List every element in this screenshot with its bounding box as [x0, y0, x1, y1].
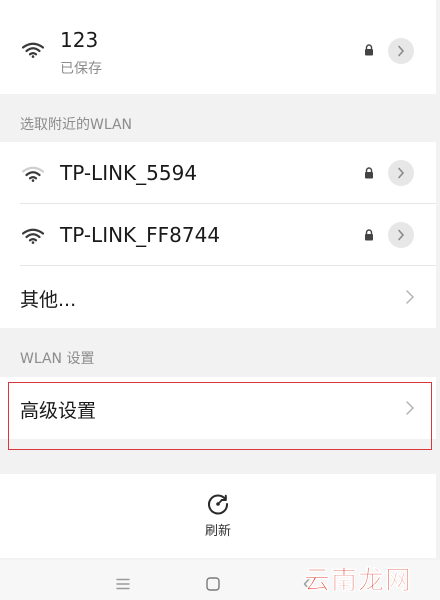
wifi-signal-icon	[22, 42, 44, 58]
wifi-signal-icon	[22, 166, 44, 182]
chevron-right-icon	[406, 401, 415, 415]
network-row[interactable]: TP-LINK_FF8744	[0, 204, 436, 266]
network-row[interactable]: TP-LINK_5594	[0, 142, 436, 204]
wlan-settings-header: WLAN 设置	[20, 351, 95, 367]
lock-icon	[365, 44, 373, 56]
lock-icon	[365, 167, 373, 179]
nearby-wlan-header: 选取附近的WLAN	[20, 117, 133, 133]
network-ssid: TP-LINK_FF8744	[60, 223, 221, 247]
chevron-right-icon	[398, 167, 405, 179]
refresh-label: 刷新	[204, 524, 231, 539]
saved-network-row[interactable]: 123 已保存	[0, 8, 436, 94]
advanced-settings-label: 高级设置	[20, 400, 97, 422]
network-details-button[interactable]	[388, 160, 414, 186]
saved-network-details-button[interactable]	[388, 38, 414, 64]
menu-icon[interactable]	[116, 578, 130, 590]
home-icon[interactable]	[206, 577, 220, 591]
refresh-icon	[208, 494, 229, 515]
advanced-settings-row[interactable]: 高级设置	[0, 377, 436, 439]
other-network-label: 其他...	[20, 289, 77, 311]
network-details-button[interactable]	[388, 222, 414, 248]
network-ssid: TP-LINK_5594	[60, 161, 198, 185]
chevron-right-icon	[398, 45, 405, 57]
wifi-signal-icon	[22, 228, 44, 244]
wlan-settings-screen: 123 已保存 选取附近的WLAN TP-LINK_5594 TP-LINK_F…	[0, 0, 440, 600]
saved-network-status: 已保存	[60, 61, 102, 77]
lock-icon	[365, 229, 373, 241]
top-card-edge	[0, 0, 436, 8]
chevron-right-icon	[406, 290, 415, 304]
saved-network-ssid: 123	[60, 28, 99, 52]
other-network-row[interactable]: 其他...	[0, 266, 436, 328]
chevron-right-icon	[398, 229, 405, 241]
watermark-text: 云南龙网	[303, 566, 412, 597]
